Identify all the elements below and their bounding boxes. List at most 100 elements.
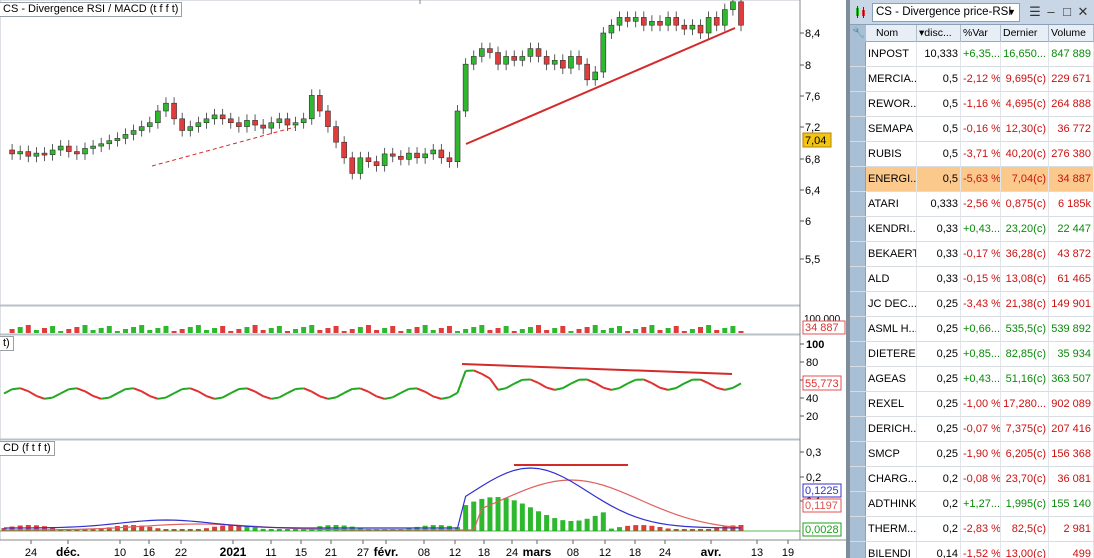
col-header-nom[interactable]: Nom <box>866 25 917 42</box>
list-selector[interactable]: CS - Divergence price-RSI ▼ <box>872 3 1020 22</box>
list-row[interactable]: ENERGI... 0,5 -5,63 % 7,04(c) 34 887 <box>850 167 1094 192</box>
x-axis-label: 24 <box>659 547 671 558</box>
macd-histogram-bar <box>228 525 234 531</box>
candle-body <box>422 153 428 159</box>
row-discriminant: 0,5 <box>917 67 961 91</box>
rsi-line-segment <box>675 382 685 389</box>
row-change: +0,66... <box>961 317 1001 341</box>
row-change: +6,35... <box>961 42 1001 66</box>
chart-canvas[interactable]: 8,487,67,26,86,465,57,04100 00034 887100… <box>0 0 846 558</box>
row-icon-cell <box>850 117 866 141</box>
list-row[interactable]: REWOR... 0,5 -1,16 % 4,695(c) 264 888 <box>850 92 1094 117</box>
list-row[interactable]: RUBIS 0,5 -3,71 % 40,20(c) 276 380 <box>850 142 1094 167</box>
row-name: SEMAPA <box>866 117 917 141</box>
rsi-line-segment <box>659 386 669 391</box>
rsi-line-segment <box>546 386 555 391</box>
x-axis-label: 18 <box>478 547 490 558</box>
minimize-icon[interactable]: – <box>1043 4 1059 20</box>
row-discriminant: 0,333 <box>917 192 961 216</box>
list-row[interactable]: JC DEC... 0,25 -3,43 % 21,38(c) 149 901 <box>850 292 1094 317</box>
volume-bar <box>33 330 39 333</box>
rsi-line-segment <box>84 390 94 397</box>
macd-histogram-bar <box>203 528 209 531</box>
candle-body <box>535 48 542 57</box>
list-row[interactable]: ATARI 0,333 -2,56 % 0,875(c) 6 185k <box>850 192 1094 217</box>
row-discriminant: 0,25 <box>917 417 961 441</box>
row-change: -0,15 % <box>961 267 1001 291</box>
volume-bar <box>236 329 242 333</box>
candle-body <box>106 140 113 145</box>
maximize-icon[interactable]: □ <box>1059 4 1075 20</box>
volume-bar <box>463 329 469 333</box>
volume-bar <box>592 325 598 333</box>
rsi-line-segment <box>238 387 248 391</box>
macd-pane-title[interactable]: CD (f t f t) <box>0 441 55 456</box>
rsi-line-segment <box>165 392 175 399</box>
row-name: JC DEC... <box>866 292 917 316</box>
list-row[interactable]: DIETEREN0,25+0,85...82,85(c)35 934 <box>850 342 1094 367</box>
candlestick-icon <box>856 6 865 18</box>
volume-bar <box>584 327 590 333</box>
candle-body <box>543 56 550 65</box>
rsi-line-segment <box>448 391 459 399</box>
rsi-line-segment <box>392 391 402 399</box>
menu-icon[interactable]: ☰ <box>1027 4 1043 20</box>
rsi-line-segment <box>538 382 548 389</box>
candle-body <box>406 152 412 160</box>
list-row[interactable]: BEKAERT 0,33 -0,17 % 36,28(c) 43 872 <box>850 242 1094 267</box>
list-row[interactable]: DERICH... 0,25 -0,07 % 7,375(c) 207 416 <box>850 417 1094 442</box>
rsi-line-segment <box>716 386 726 391</box>
volume-bar <box>730 326 736 333</box>
list-row[interactable]: ADTHINK 0,2 +1,27... 1,995(c) 155 140 <box>850 492 1094 517</box>
list-row[interactable]: ALD 0,33 -0,15 % 13,08(c) 61 465 <box>850 267 1094 292</box>
wrench-icon[interactable]: 🔧 <box>850 25 866 42</box>
candle-body <box>584 63 590 81</box>
list-row[interactable]: MERCIA... 0,5 -2,12 % 9,695(c) 229 671 <box>850 67 1094 92</box>
x-axis-label: 22 <box>175 547 187 558</box>
list-row[interactable]: BILENDI 0,14 -1,52 % 13,00(c) 499 <box>850 542 1094 558</box>
rsi-line-segment <box>359 387 369 393</box>
list-row[interactable]: SEMAPA 0,5 -0,16 % 12,30(c) 36 772 <box>850 117 1094 142</box>
candle-body <box>333 126 339 143</box>
list-row[interactable]: THERM... 0,2 -2,83 % 82,5(c) 2 981 <box>850 517 1094 542</box>
price-pane-title[interactable]: CS - Divergence RSI / MACD (t f f t) <box>0 2 183 17</box>
list-row[interactable]: KENDRI... 0,33 +0,43... 23,20(c) 22 447 <box>850 217 1094 242</box>
row-volume: 149 901 <box>1049 292 1094 316</box>
list-titlebar: CS - Divergence price-RSI ▼ ☰ – □ ✕ <box>850 0 1094 25</box>
volume-bar <box>722 328 728 333</box>
list-row[interactable]: REXEL 0,25 -1,00 % 17,280... 902 089 <box>850 392 1094 417</box>
volume-bar <box>665 328 671 333</box>
row-name: ADTHINK <box>866 492 917 516</box>
rsi-line-segment <box>667 386 677 391</box>
volume-bar <box>714 330 720 333</box>
candle-body <box>74 151 80 155</box>
col-header-last[interactable]: Dernier <box>1001 25 1049 42</box>
x-axis-label: déc. <box>56 545 80 558</box>
col-header-volume[interactable]: Volume <box>1049 25 1094 42</box>
list-row[interactable]: CHARG... 0,2 -0,08 % 23,70(c) 36 081 <box>850 467 1094 492</box>
volume-bar <box>284 331 290 333</box>
col-header-var[interactable]: %Var <box>961 25 1001 42</box>
row-change: -1,52 % <box>961 542 1001 558</box>
row-icon-cell <box>850 292 866 316</box>
x-axis-label: févr. <box>374 545 399 558</box>
list-row[interactable]: INPOST 10,333 +6,35... 16,650... 847 889 <box>850 42 1094 67</box>
rsi-pane-title[interactable]: t) <box>0 336 14 351</box>
chart-area[interactable]: 8,4 8 7,6 7,2 6,8 6,4 6 5,5 7,04 100 000 34 887 100… <box>0 0 846 558</box>
list-row[interactable]: SMCP 0,25 -1,90 % 6,205(c) 156 368 <box>850 442 1094 467</box>
row-last-price: 82,5(c) <box>1001 517 1049 541</box>
volume-bar <box>139 325 145 333</box>
row-icon-cell <box>850 517 866 541</box>
col-header-disc[interactable]: ▾disc... <box>917 25 961 42</box>
volume-bar <box>641 327 647 333</box>
rsi-line-segment <box>271 396 280 400</box>
close-icon[interactable]: ✕ <box>1075 4 1091 20</box>
volume-bar <box>50 326 56 333</box>
candle-body <box>527 48 534 57</box>
x-axis-label: 12 <box>449 547 461 558</box>
pane-border <box>0 0 801 306</box>
list-row[interactable]: AGEAS 0,25 +0,43... 51,16(c) 363 507 <box>850 367 1094 392</box>
x-axis-label: 16 <box>143 547 155 558</box>
list-row[interactable]: ASML H... 0,25 +0,66... 535,5(c) 539 892 <box>850 317 1094 342</box>
candle-body <box>260 124 266 129</box>
